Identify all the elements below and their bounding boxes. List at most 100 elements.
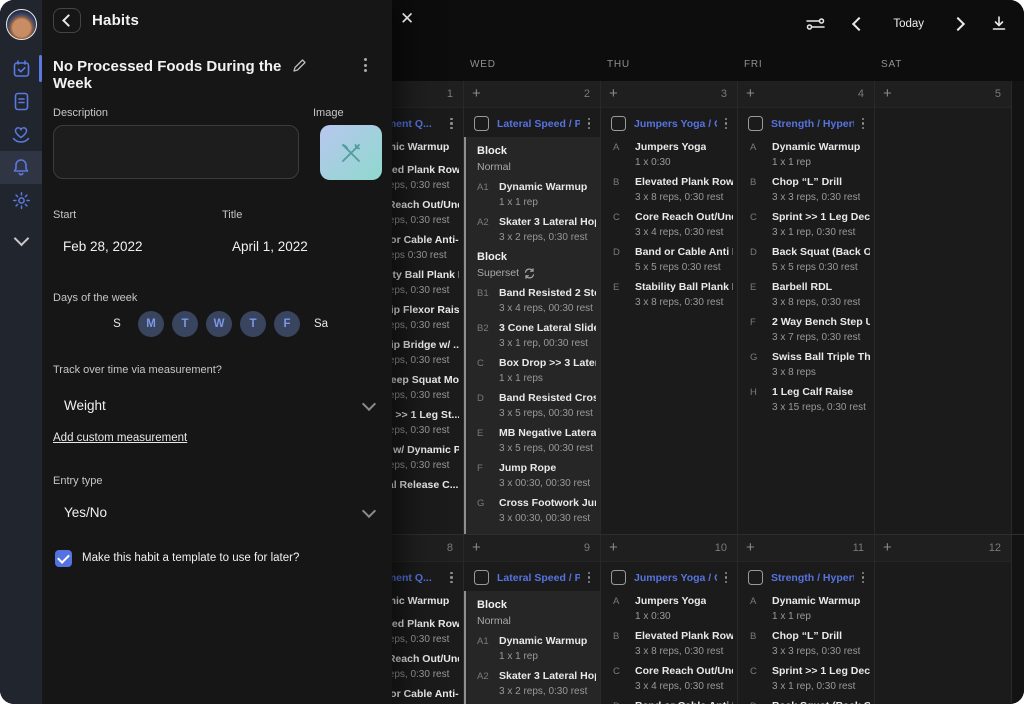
measurement-select[interactable]: Weight xyxy=(64,398,374,413)
exercise-item[interactable]: B Elevated Plank Row 3 x 8 reps, 0:30 re… xyxy=(613,176,733,204)
exercise-item[interactable]: B Elevated Plank Row 3 x 8 reps, 0:30 re… xyxy=(613,630,733,658)
workout-checkbox[interactable] xyxy=(474,116,489,131)
kebab-menu-icon[interactable] xyxy=(862,572,865,584)
today-button[interactable]: Today xyxy=(893,18,924,30)
back-button[interactable] xyxy=(53,8,81,33)
workout-title-row[interactable]: Jumpers Yoga / Core xyxy=(601,562,737,589)
workout-title-row[interactable]: Lateral Speed / Plyo xyxy=(464,108,600,135)
exercise-item[interactable]: F Jump Rope 3 x 00:30, 00:30 rest xyxy=(466,462,596,490)
exercise-item[interactable]: D Back Squat (Back Off Set) 5 x 5 reps 0… xyxy=(750,246,870,274)
kebab-menu-icon[interactable] xyxy=(862,118,865,130)
day-toggle[interactable]: T xyxy=(172,311,198,337)
sidebar-item-habits[interactable] xyxy=(0,151,42,184)
filter-sliders-icon[interactable] xyxy=(806,17,825,31)
workout-title-row[interactable]: Strength / Hypertro... xyxy=(738,108,874,135)
exercise-item[interactable]: D Back Squat (Back Off Set) 5 x 5 reps 0… xyxy=(750,700,870,704)
day-toggle[interactable]: F xyxy=(274,311,300,337)
sidebar-item-documents[interactable] xyxy=(0,85,42,118)
day-toggle[interactable]: M xyxy=(138,311,164,337)
exercise-item[interactable]: D Band or Cable Anti Rotati... 5 x 5 rep… xyxy=(613,246,733,274)
add-workout-icon[interactable]: + xyxy=(472,87,481,101)
exercise-item[interactable]: C Core Reach Out/Under 3 x 4 reps, 0:30 … xyxy=(613,665,733,693)
add-workout-icon[interactable]: + xyxy=(746,87,755,101)
day-toggle[interactable]: T xyxy=(240,311,266,337)
workout-checkbox[interactable] xyxy=(748,116,763,131)
download-icon[interactable] xyxy=(992,16,1006,31)
workout-title[interactable]: Lateral Speed / Plyo xyxy=(497,118,580,130)
exercise-item[interactable]: D Band Resisted Crossover... 3 x 5 reps,… xyxy=(466,392,596,420)
exercise-item[interactable]: C Box Drop >> 3 Lateral H... 1 x 1 reps xyxy=(466,357,596,385)
exercise-item[interactable]: C Sprint >> 1 Leg Declarations 3 x 1 rep… xyxy=(750,211,870,239)
exercise-item[interactable]: A2 Skater 3 Lateral Hops >> ... 3 x 2 re… xyxy=(466,670,596,698)
add-workout-icon[interactable]: + xyxy=(609,541,618,555)
workout-title[interactable]: Jumpers Yoga / Core xyxy=(634,118,717,130)
template-checkbox[interactable] xyxy=(55,550,72,567)
add-workout-icon[interactable]: + xyxy=(883,541,892,555)
kebab-menu-icon[interactable] xyxy=(364,58,368,72)
exercise-item[interactable]: B1 Band Resisted 2 Step Late... 3 x 4 re… xyxy=(466,287,596,315)
next-week-button[interactable] xyxy=(953,19,963,29)
kebab-menu-icon[interactable] xyxy=(588,118,591,130)
exercise-item[interactable]: C Sprint >> 1 Leg Declarations 3 x 1 rep… xyxy=(750,665,870,693)
exercise-name: Chop “L” Drill xyxy=(772,176,860,189)
day-toggle[interactable]: Sa xyxy=(308,311,334,337)
close-icon[interactable]: ✕ xyxy=(400,9,414,29)
habit-image[interactable] xyxy=(320,125,382,180)
workout-checkbox[interactable] xyxy=(611,570,626,585)
add-workout-icon[interactable]: + xyxy=(609,87,618,101)
workout-title-row[interactable]: Jumpers Yoga / Core xyxy=(601,108,737,135)
start-date-value[interactable]: Feb 28, 2022 xyxy=(63,239,143,254)
workout-title-row[interactable]: Strength / Hypertro... xyxy=(738,562,874,589)
exercise-item[interactable]: G Cross Footwork Jump Rope 3 x 00:30, 00… xyxy=(466,497,596,525)
add-custom-measurement-link[interactable]: Add custom measurement xyxy=(53,432,187,444)
exercise-item[interactable]: A1 Dynamic Warmup 1 x 1 rep xyxy=(466,635,596,663)
day-toggle[interactable]: S xyxy=(104,311,130,337)
sidebar-item-settings[interactable] xyxy=(0,184,42,217)
end-date-value[interactable]: April 1, 2022 xyxy=(232,239,308,254)
workout-title[interactable]: Strength / Hypertro... xyxy=(771,118,854,130)
avatar[interactable] xyxy=(6,9,37,40)
workout-checkbox[interactable] xyxy=(611,116,626,131)
exercise-item[interactable]: D Band or Cable Anti Rotati... 5 x 5 rep… xyxy=(613,700,733,704)
exercise-name: Jump Rope xyxy=(499,462,590,475)
exercise-item[interactable]: H 1 Leg Calf Raise 3 x 15 reps, 0:30 res… xyxy=(750,386,870,414)
entry-type-select[interactable]: Yes/No xyxy=(64,505,374,520)
exercise-item[interactable]: B Chop “L” Drill 3 x 3 reps, 0:30 rest xyxy=(750,630,870,658)
exercise-item[interactable]: B Chop “L” Drill 3 x 3 reps, 0:30 rest xyxy=(750,176,870,204)
edit-pencil-icon[interactable] xyxy=(292,59,306,78)
exercise-item[interactable]: E Barbell RDL 3 x 8 reps, 0:30 rest xyxy=(750,281,870,309)
exercise-item[interactable]: E MB Negative Lateral Hop... 3 x 5 reps,… xyxy=(466,427,596,455)
workout-title[interactable]: Jumpers Yoga / Core xyxy=(634,572,717,584)
exercise-item[interactable]: B2 3 Cone Lateral Slide 3 x 1 rep, 00:30… xyxy=(466,322,596,350)
exercise-item[interactable]: A Jumpers Yoga 1 x 0:30 xyxy=(613,141,733,169)
workout-title[interactable]: Strength / Hypertro... xyxy=(771,572,854,584)
add-workout-icon[interactable]: + xyxy=(746,541,755,555)
exercise-item[interactable]: A1 Dynamic Warmup 1 x 1 rep xyxy=(466,181,596,209)
exercise-item[interactable]: A2 Skater 3 Lateral Hops >> ... 3 x 2 re… xyxy=(466,216,596,244)
workout-checkbox[interactable] xyxy=(474,570,489,585)
workout-title[interactable]: Lateral Speed / Plyo xyxy=(497,572,580,584)
day-toggle[interactable]: W xyxy=(206,311,232,337)
prev-week-button[interactable] xyxy=(854,19,864,29)
exercise-item[interactable]: A Dynamic Warmup 1 x 1 rep xyxy=(750,595,870,623)
sidebar-item-calendar[interactable] xyxy=(0,52,42,85)
kebab-menu-icon[interactable] xyxy=(450,572,453,584)
kebab-menu-icon[interactable] xyxy=(725,572,728,584)
add-workout-icon[interactable]: + xyxy=(472,541,481,555)
sidebar-item-health[interactable] xyxy=(0,118,42,151)
workout-checkbox[interactable] xyxy=(748,570,763,585)
exercise-item[interactable]: E Stability Ball Plank Linear ... 3 x 8 … xyxy=(613,281,733,309)
exercise-item[interactable]: C Core Reach Out/Under 3 x 4 reps, 0:30 … xyxy=(613,211,733,239)
kebab-menu-icon[interactable] xyxy=(725,118,728,130)
sidebar-item-expand[interactable] xyxy=(0,217,42,250)
description-input[interactable] xyxy=(53,125,299,179)
habit-title: No Processed Foods During the Week xyxy=(53,58,283,92)
add-workout-icon[interactable]: + xyxy=(883,87,892,101)
kebab-menu-icon[interactable] xyxy=(588,572,591,584)
exercise-item[interactable]: G Swiss Ball Triple Threat 3 x 8 reps xyxy=(750,351,870,379)
kebab-menu-icon[interactable] xyxy=(450,118,453,130)
workout-title-row[interactable]: Lateral Speed / Plyo xyxy=(464,562,600,589)
exercise-item[interactable]: F 2 Way Bench Step Up 3 x 7 reps, 0:30 r… xyxy=(750,316,870,344)
exercise-item[interactable]: A Dynamic Warmup 1 x 1 rep xyxy=(750,141,870,169)
exercise-item[interactable]: A Jumpers Yoga 1 x 0:30 xyxy=(613,595,733,623)
